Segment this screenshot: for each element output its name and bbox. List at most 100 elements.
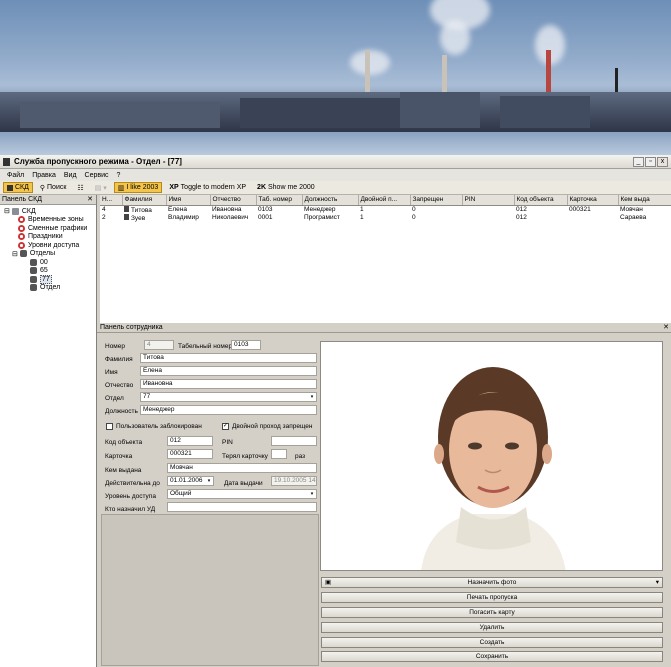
surname-field[interactable]: Титова xyxy=(140,353,317,363)
card-field[interactable]: 000321 xyxy=(167,449,213,459)
create-button[interactable]: Создать xyxy=(321,637,663,648)
theme-2003-button[interactable]: ▥ I like 2003 xyxy=(113,182,163,193)
number-field[interactable]: 4 xyxy=(144,340,174,350)
table-row[interactable]: 4 Титова Елена Ивановна 0103 Менеджер 1 … xyxy=(100,205,671,214)
tree-node-dept-00[interactable]: 00 xyxy=(4,258,96,267)
search-button[interactable]: ⚲ Поиск xyxy=(36,182,71,193)
theme-2000-label: Show me 2000 xyxy=(268,184,315,191)
menu-bar: Файл Правка Вид Сервис ? xyxy=(0,169,671,181)
restore-button[interactable]: ▫ xyxy=(645,157,656,167)
notes-area[interactable] xyxy=(101,514,319,666)
minimize-button[interactable]: _ xyxy=(633,157,644,167)
cancel-card-button[interactable]: Погасить карту xyxy=(321,607,663,618)
clock-icon xyxy=(18,216,25,224)
menu-help[interactable]: ? xyxy=(117,172,121,179)
issue-date-field[interactable]: 19.10.2005 14:07 xyxy=(271,476,317,486)
column-header-name[interactable]: Имя xyxy=(166,195,211,206)
save-button[interactable]: Сохранить xyxy=(321,651,663,662)
cell: Мовчан xyxy=(620,206,643,213)
column-header-number[interactable]: Н... xyxy=(100,195,123,206)
tree-node-departments[interactable]: ⊟ Отделы xyxy=(4,250,96,259)
delete-button[interactable]: Удалить xyxy=(321,622,663,633)
assigned-by-field[interactable] xyxy=(167,502,317,512)
theme-2000-button[interactable]: 2K Show me 2000 xyxy=(253,182,319,193)
tree-node-time-zones[interactable]: Временные зоны xyxy=(4,216,96,225)
issued-by-field[interactable]: Мовчан xyxy=(167,463,317,473)
collapse-icon[interactable]: ⊟ xyxy=(4,207,10,215)
person-icon xyxy=(30,258,37,266)
column-header-object-code[interactable]: Код объекта xyxy=(514,195,568,206)
column-header-forbidden[interactable]: Запрещен xyxy=(410,195,463,206)
object-code-label: Код объекта xyxy=(105,439,143,446)
person-icon xyxy=(30,284,37,292)
skd-button[interactable]: СКД xyxy=(3,182,33,193)
assign-photo-button[interactable]: ▣ Назначить фото ▾ xyxy=(321,577,663,588)
access-level-select[interactable]: Общий ▾ xyxy=(167,489,317,499)
cell: Ивановна xyxy=(212,206,242,213)
close-button[interactable]: x xyxy=(657,157,668,167)
column-header-card[interactable]: Карточка xyxy=(567,195,619,206)
menu-service[interactable]: Сервис xyxy=(85,172,109,179)
column-header-double-pass[interactable]: Двойной п... xyxy=(358,195,411,206)
cell: 000321 xyxy=(569,206,591,213)
close-icon[interactable]: ✕ xyxy=(87,195,93,205)
close-icon[interactable]: ✕ xyxy=(663,323,669,333)
object-code-field[interactable]: 012 xyxy=(167,436,213,446)
pin-field[interactable] xyxy=(271,436,317,446)
name-label: Имя xyxy=(105,369,118,376)
print-pass-button[interactable]: Печать пропуска xyxy=(321,592,663,603)
tree-node-holidays[interactable]: Праздники xyxy=(4,233,96,242)
disabled-tool-button[interactable]: ▤ ▾ xyxy=(91,182,111,193)
name-field[interactable]: Елена xyxy=(140,366,317,376)
person-icon xyxy=(124,213,129,220)
window-title: Служба пропускного режима - Отдел - [77] xyxy=(14,157,182,166)
lost-card-count-field[interactable] xyxy=(271,449,287,459)
tree-node-dept-65[interactable]: 65 xyxy=(4,267,96,276)
column-header-patronymic[interactable]: Отчество xyxy=(210,195,257,206)
menu-file[interactable]: Файл xyxy=(7,172,24,179)
tree-node-dept-other[interactable]: Отдел xyxy=(4,284,96,293)
grid-header-row: Н... Фамилия Имя Отчество Таб. номер Дол… xyxy=(100,195,671,206)
view-grid-button[interactable]: ☷ xyxy=(73,182,87,193)
department-select[interactable]: 77 ▾ xyxy=(140,392,317,402)
tree-label: Праздники xyxy=(28,233,63,241)
issue-date-label: Дата выдачи xyxy=(224,480,263,487)
cell: 2 xyxy=(102,214,106,221)
cell: Елена xyxy=(168,206,187,213)
menu-edit[interactable]: Правка xyxy=(32,172,56,179)
column-header-pin[interactable]: PIN xyxy=(462,195,515,206)
employee-photo xyxy=(320,341,663,571)
position-field[interactable]: Менеджер xyxy=(140,405,317,415)
column-header-issued-by[interactable]: Кем выда xyxy=(618,195,671,206)
tree-node-shift-schedules[interactable]: Сменные графики xyxy=(4,224,96,233)
people-icon xyxy=(19,250,27,258)
tab-number-field[interactable]: 0103 xyxy=(231,340,261,350)
column-header-position[interactable]: Должность xyxy=(302,195,359,206)
cell: 0103 xyxy=(258,206,273,213)
column-header-tab-number[interactable]: Таб. номер xyxy=(256,195,303,206)
menu-view[interactable]: Вид xyxy=(64,172,77,179)
window-title-bar: Служба пропускного режима - Отдел - [77]… xyxy=(0,155,671,169)
issued-by-label: Кем выдана xyxy=(105,467,142,474)
lost-card-label: Терял карточку xyxy=(222,453,268,460)
tree-node-dept-77[interactable]: 77 xyxy=(4,274,96,284)
collapse-icon[interactable]: ⊟ xyxy=(12,250,18,258)
assign-photo-label: Назначить фото xyxy=(467,579,517,586)
clock-icon xyxy=(18,233,25,241)
blocked-checkbox[interactable] xyxy=(106,423,113,430)
cell xyxy=(462,205,514,214)
double-pass-checkbox[interactable]: ✓ xyxy=(222,423,229,430)
employee-panel: Панель сотрудника ✕ Номер 4 Табельный но… xyxy=(97,323,671,667)
card-label: Карточка xyxy=(105,453,133,460)
column-header-surname[interactable]: Фамилия xyxy=(122,195,167,206)
tree-node-access-levels[interactable]: Уровни доступа xyxy=(4,241,96,250)
theme-xp-button[interactable]: XP Toggle to modern XP xyxy=(165,182,250,193)
valid-until-datepicker[interactable]: 01.01.2006 ▾ xyxy=(167,476,214,486)
table-row[interactable]: 2 Зуев Владимир Николаевич 0001 Програми… xyxy=(100,213,671,222)
cell: 0 xyxy=(412,206,416,213)
patronymic-field[interactable]: Ивановна xyxy=(140,379,317,389)
surname-label: Фамилия xyxy=(105,356,133,363)
cell: Титова xyxy=(122,205,166,214)
position-label: Должность xyxy=(105,408,138,415)
tree-node-skd[interactable]: ⊟ СКД xyxy=(4,207,96,216)
